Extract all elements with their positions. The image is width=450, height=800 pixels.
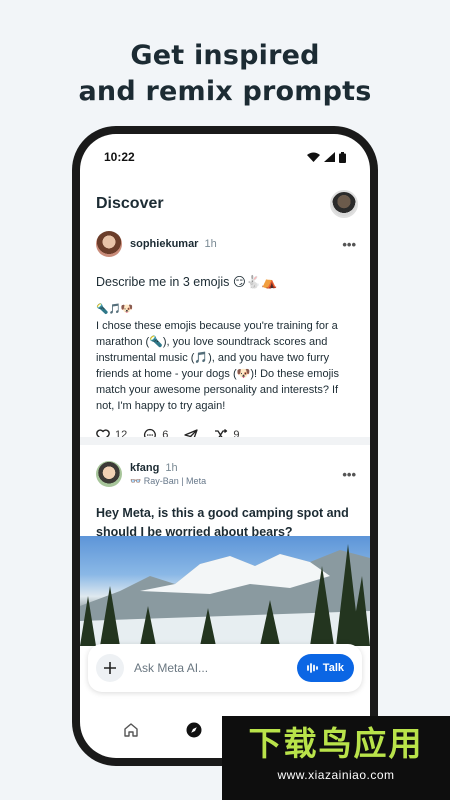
- more-options-icon[interactable]: •••: [342, 467, 356, 482]
- feed-post[interactable]: kfang 1h 👓 Ray-Ban | Meta ••• Hey Meta, …: [96, 460, 356, 542]
- signal-icon: [324, 152, 335, 162]
- watermark-banner: 下载鸟应用 www.xiazainiao.com: [222, 716, 450, 800]
- watermark-url: www.xiazainiao.com: [277, 768, 395, 782]
- post-prompt: Describe me in 3 emojis 😏🐇⛺: [96, 275, 278, 289]
- status-icons: [307, 151, 346, 163]
- profile-avatar[interactable]: [330, 190, 358, 218]
- status-bar: 10:22: [104, 148, 346, 166]
- feed-post[interactable]: sophiekumar 1h ••• Describe me in 3 emoj…: [96, 230, 356, 442]
- more-options-icon[interactable]: •••: [342, 237, 356, 252]
- headline-line-2: and remix prompts: [78, 76, 372, 107]
- post-divider: [80, 437, 370, 445]
- post-time: 1h: [204, 238, 217, 250]
- watermark-title: 下载鸟应用: [248, 724, 424, 763]
- ai-response: I chose these emojis because you're trai…: [96, 320, 339, 412]
- composer-bar: Talk: [88, 644, 362, 692]
- battery-icon: [339, 151, 346, 163]
- waveform-icon: [306, 663, 318, 673]
- author-avatar[interactable]: [96, 231, 122, 257]
- post-header: kfang 1h 👓 Ray-Ban | Meta •••: [96, 460, 356, 488]
- post-header: sophiekumar 1h •••: [96, 230, 356, 258]
- page-title: Discover: [96, 195, 164, 212]
- compass-icon: [186, 722, 202, 738]
- ask-meta-input[interactable]: [134, 661, 297, 675]
- post-photo[interactable]: [80, 536, 370, 646]
- app-header: Discover: [96, 186, 358, 222]
- status-time: 10:22: [104, 150, 135, 164]
- emoji-response: 🔦🎵🐶: [96, 304, 134, 315]
- phone-frame: 10:22 Discover sophiekumar 1h ••• Descri…: [72, 126, 378, 766]
- device-label: 👓 Ray-Ban | Meta: [130, 475, 207, 486]
- add-button[interactable]: [96, 654, 124, 682]
- talk-button[interactable]: Talk: [296, 654, 354, 682]
- author-name[interactable]: kfang: [130, 462, 159, 474]
- post-time: 1h: [165, 461, 178, 474]
- marketing-headline: Get inspired and remix prompts: [0, 38, 450, 110]
- nav-discover[interactable]: [184, 720, 204, 740]
- talk-label: Talk: [322, 662, 344, 674]
- wifi-icon: [307, 152, 320, 162]
- nav-home[interactable]: [121, 720, 141, 740]
- phone-screen: 10:22 Discover sophiekumar 1h ••• Descri…: [80, 134, 370, 758]
- plus-icon: [104, 662, 116, 674]
- author-avatar[interactable]: [96, 461, 122, 487]
- headline-line-1: Get inspired: [130, 40, 320, 71]
- home-icon: [124, 723, 138, 737]
- author-name[interactable]: sophiekumar: [130, 238, 198, 250]
- mountain-landscape-image: [80, 544, 370, 646]
